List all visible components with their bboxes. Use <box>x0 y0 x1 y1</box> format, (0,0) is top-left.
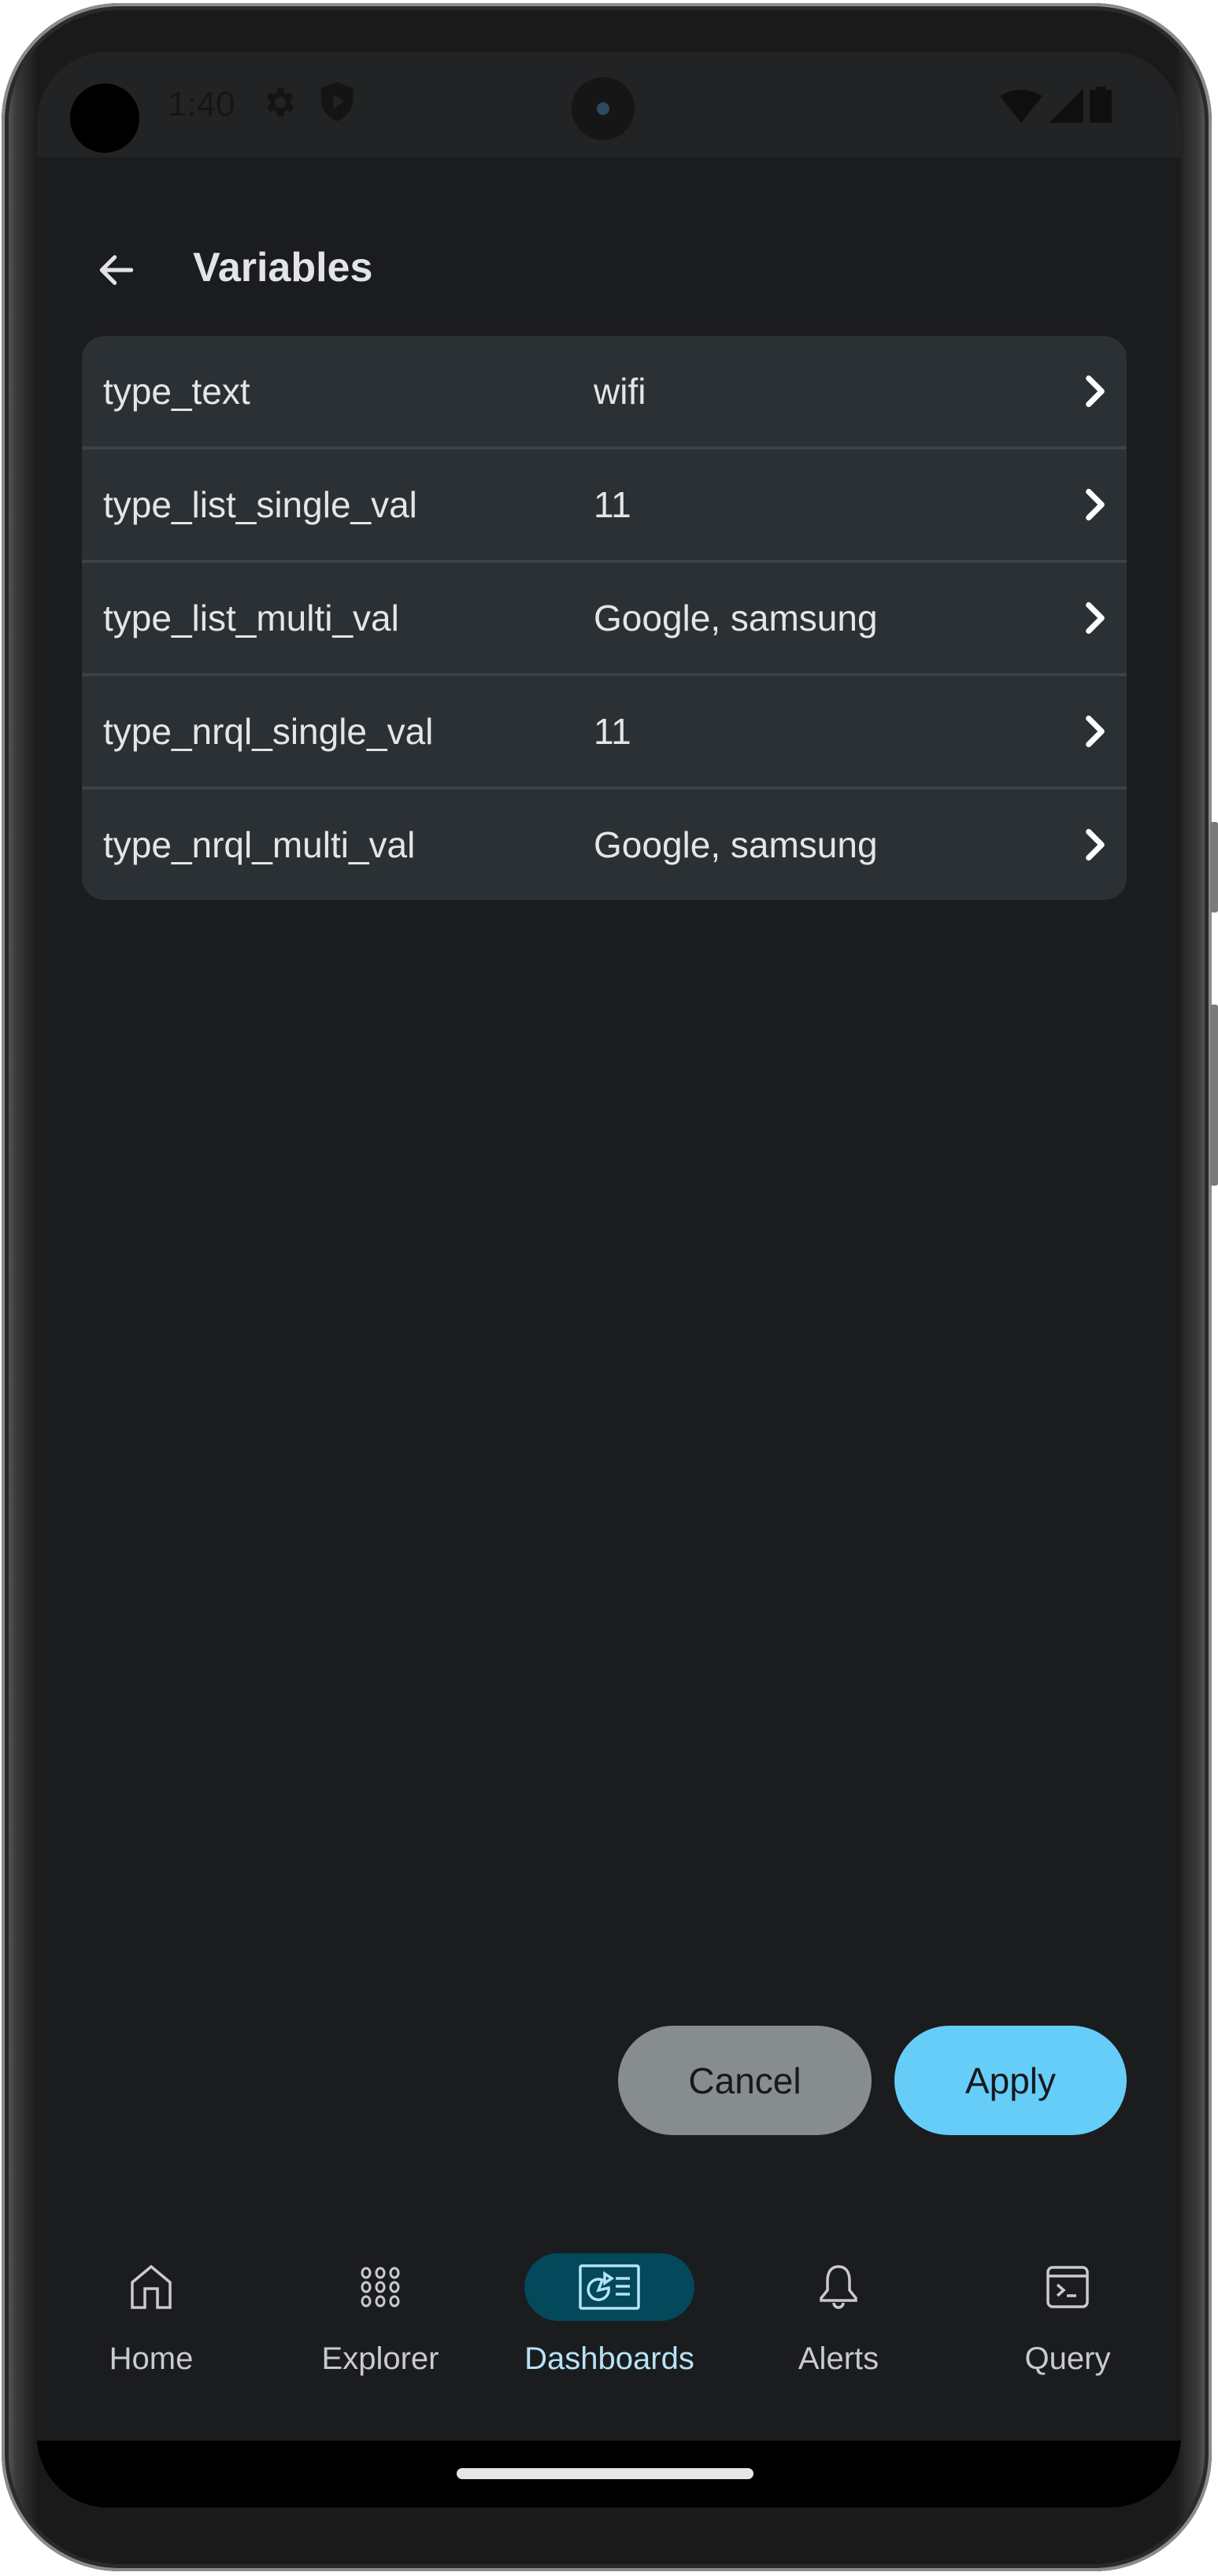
bottom-navigation: Home Explorer Dashboards Alerts Query <box>37 2241 1181 2441</box>
nav-label: Dashboards <box>524 2341 694 2376</box>
back-button[interactable] <box>89 242 144 298</box>
variable-value: wifi <box>594 371 646 412</box>
dashboard-icon <box>579 2264 640 2310</box>
nav-label: Alerts <box>798 2341 879 2376</box>
chevron-right-icon <box>1086 375 1105 408</box>
apply-button[interactable]: Apply <box>894 2026 1127 2135</box>
nav-item-dashboards[interactable]: Dashboards <box>495 2241 724 2441</box>
status-bar: 1:40 <box>37 52 1181 157</box>
nav-item-home[interactable]: Home <box>37 2241 265 2441</box>
variable-value: 11 <box>594 711 631 752</box>
page-title: Variables <box>193 245 373 291</box>
app-bar: Variables <box>37 209 1181 351</box>
variable-row-type-nrql-single-val[interactable]: type_nrql_single_val 11 <box>82 673 1127 786</box>
nav-item-alerts[interactable]: Alerts <box>724 2241 953 2441</box>
power-button <box>1210 822 1218 912</box>
front-camera <box>572 77 635 140</box>
arrow-left-icon <box>99 255 134 285</box>
variables-list: type_text wifi type_list_single_val 11 t… <box>82 336 1127 900</box>
volume-button <box>1210 1005 1218 1186</box>
variable-name: type_list_single_val <box>103 484 417 525</box>
signal-icon <box>1049 88 1083 123</box>
chevron-right-icon <box>1086 488 1105 521</box>
chevron-right-icon <box>1086 828 1105 861</box>
screen: 1:40 Variables type_text wifi type_list_… <box>37 52 1181 2508</box>
nav-icon-container <box>983 2253 1153 2321</box>
variable-row-type-list-multi-val[interactable]: type_list_multi_val Google, samsung <box>82 560 1127 673</box>
home-gesture-handle[interactable] <box>457 2468 753 2479</box>
nav-icon-container <box>295 2253 465 2321</box>
nav-label: Explorer <box>321 2341 439 2376</box>
variable-name: type_list_multi_val <box>103 598 399 638</box>
gesture-navigation-bar <box>37 2441 1181 2508</box>
variable-value: Google, samsung <box>594 598 878 638</box>
wifi-icon <box>1000 90 1042 123</box>
variable-value: 11 <box>594 484 631 525</box>
status-time: 1:40 <box>168 85 235 124</box>
notification-dot <box>70 83 139 153</box>
variable-row-type-text[interactable]: type_text wifi <box>82 336 1127 446</box>
cancel-button[interactable]: Cancel <box>618 2026 872 2135</box>
bell-icon <box>820 2265 857 2309</box>
variable-row-type-nrql-multi-val[interactable]: type_nrql_multi_val Google, samsung <box>82 786 1127 900</box>
variable-value: Google, samsung <box>594 824 878 865</box>
nav-icon-container <box>753 2253 924 2321</box>
nav-item-query[interactable]: Query <box>953 2241 1181 2441</box>
nav-icon-container <box>66 2253 236 2321</box>
nav-icon-container-active <box>524 2253 694 2321</box>
nav-label: Query <box>1024 2341 1111 2376</box>
chevron-right-icon <box>1086 715 1105 748</box>
variable-row-type-list-single-val[interactable]: type_list_single_val 11 <box>82 446 1127 560</box>
battery-icon <box>1090 87 1112 123</box>
status-icons <box>1000 87 1112 123</box>
terminal-icon <box>1046 2266 1089 2308</box>
variable-name: type_nrql_multi_val <box>103 824 416 865</box>
grid-dots-icon <box>361 2267 400 2308</box>
variable-name: type_nrql_single_val <box>103 711 434 752</box>
nav-label: Home <box>109 2341 194 2376</box>
variable-name: type_text <box>103 371 250 412</box>
settings-gear-icon <box>266 88 294 117</box>
chevron-right-icon <box>1086 601 1105 635</box>
home-icon <box>131 2265 172 2309</box>
nav-item-explorer[interactable]: Explorer <box>266 2241 494 2441</box>
shield-play-icon <box>320 82 354 121</box>
